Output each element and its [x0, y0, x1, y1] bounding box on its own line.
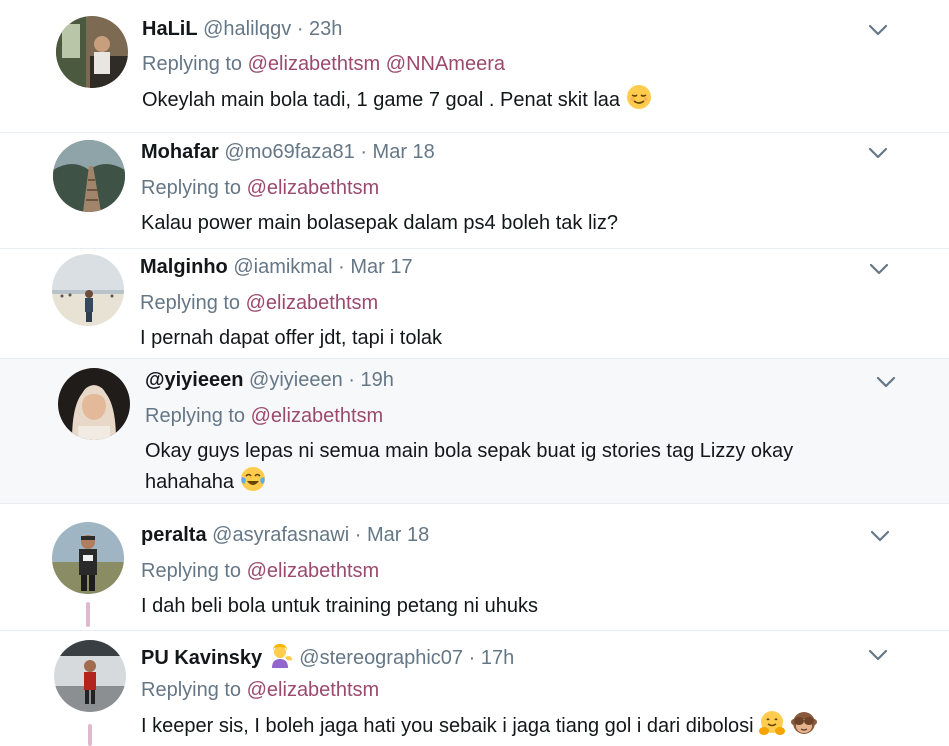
avatar[interactable]	[53, 140, 125, 212]
replying-to-label: Replying to	[141, 560, 242, 582]
tweet-text: Okay guys lepas ni semua main bola sepak…	[145, 436, 905, 501]
person-tipping-hand-icon	[268, 642, 294, 674]
avatar[interactable]	[58, 368, 130, 440]
reply-tweet[interactable]: HaLiL @halilqgv · 23h Replying to @eliza…	[0, 0, 949, 132]
display-name[interactable]: peralta	[141, 524, 207, 546]
replying-to: Replying to @elizabethtsm	[141, 176, 379, 200]
mention-link[interactable]: @elizabethtsm	[248, 53, 381, 75]
tweet-text: I pernah dapat offer jdt, tapi i tolak	[140, 323, 900, 353]
chevron-down-icon[interactable]	[867, 523, 893, 549]
meta-separator: ·	[348, 369, 355, 391]
tweet-header: PU Kavinsky @stereographic07 · 17h	[141, 642, 514, 674]
meta-separator: ·	[354, 524, 362, 546]
timestamp[interactable]: Mar 18	[367, 524, 429, 546]
replying-to: Replying to @elizabethtsm	[141, 678, 379, 702]
timestamp[interactable]: 17h	[481, 647, 514, 669]
replying-to-label: Replying to	[145, 405, 246, 427]
avatar[interactable]	[52, 522, 124, 594]
display-name[interactable]: PU Kavinsky	[141, 647, 262, 669]
meta-separator: ·	[296, 18, 304, 40]
thread-line	[86, 602, 90, 627]
thread-line	[88, 724, 92, 746]
mention-link[interactable]: @elizabethtsm	[247, 560, 380, 582]
tears-of-joy-emoji-icon	[240, 466, 266, 501]
tweet-text-line-2: hahahaha	[145, 466, 905, 501]
mention-link[interactable]: @NNAmeera	[386, 53, 505, 75]
chevron-down-icon[interactable]	[865, 642, 891, 668]
reply-tweet[interactable]: peralta @asyrafasnawi · Mar 18 Replying …	[0, 503, 949, 630]
timestamp[interactable]: Mar 18	[373, 141, 435, 163]
meta-separator: ·	[338, 256, 345, 278]
tweet-text-line: hahahaha	[145, 471, 234, 493]
tweet-text: I keeper sis, I boleh jaga hati you seba…	[141, 710, 941, 745]
chevron-down-icon[interactable]	[866, 256, 892, 282]
tweet-text-body: Kalau power main bolasepak dalam ps4 bol…	[141, 212, 618, 234]
tweet-text-body: Okeylah main bola tadi, 1 game 7 goal . …	[142, 89, 621, 111]
reply-tweet[interactable]: PU Kavinsky @stereographic07 · 17h Reply…	[0, 630, 949, 746]
meta-separator: ·	[360, 141, 367, 163]
tweet-header: peralta @asyrafasnawi · Mar 18	[141, 523, 429, 547]
chevron-down-icon[interactable]	[865, 17, 891, 43]
tweet-text-body: I dah beli bola untuk training petang ni…	[141, 595, 538, 617]
tweet-text: I dah beli bola untuk training petang ni…	[141, 591, 901, 621]
hugging-face-emoji-icon	[759, 710, 786, 745]
avatar[interactable]	[54, 640, 126, 712]
user-handle[interactable]: @yiyieeen	[249, 369, 343, 391]
timestamp[interactable]: Mar 17	[350, 256, 412, 278]
reply-tweet[interactable]: Mohafar @mo69faza81 · Mar 18 Replying to…	[0, 132, 949, 248]
replying-to-label: Replying to	[142, 53, 243, 75]
display-name[interactable]: Mohafar	[141, 141, 219, 163]
tweet-header: @yiyieeen @yiyieeen · 19h	[145, 368, 394, 392]
meta-separator: ·	[468, 647, 476, 669]
replying-to-label: Replying to	[140, 292, 241, 314]
display-name[interactable]: @yiyieeen	[145, 369, 243, 391]
reply-tweet[interactable]: Malginho @iamikmal · Mar 17 Replying to …	[0, 248, 949, 358]
mention-link[interactable]: @elizabethtsm	[247, 177, 380, 199]
tweet-text-line: Okay guys lepas ni semua main bola sepak…	[145, 440, 794, 462]
tweet-header: HaLiL @halilqgv · 23h	[142, 17, 342, 41]
user-handle[interactable]: @asyrafasnawi	[212, 524, 349, 546]
mention-link[interactable]: @elizabethtsm	[247, 679, 380, 701]
reply-tweet[interactable]: @yiyieeen @yiyieeen · 19h Replying to @e…	[0, 358, 949, 503]
chevron-down-icon[interactable]	[865, 140, 891, 166]
mention-link[interactable]: @elizabethtsm	[246, 292, 379, 314]
replying-to: Replying to @elizabethtsm	[141, 559, 379, 583]
relieved-face-emoji-icon	[626, 84, 652, 119]
user-handle[interactable]: @halilqgv	[203, 18, 291, 40]
display-name[interactable]: Malginho	[140, 256, 228, 278]
tweet-header: Mohafar @mo69faza81 · Mar 18	[141, 140, 435, 164]
timestamp[interactable]: 19h	[361, 369, 394, 391]
replying-to: Replying to @elizabethtsm	[145, 404, 383, 428]
replying-to: Replying to @elizabethtsm @NNAmeera	[142, 52, 505, 76]
tweet-text-body: I keeper sis, I boleh jaga hati you seba…	[141, 715, 754, 737]
timestamp[interactable]: 23h	[309, 18, 342, 40]
user-handle[interactable]: @mo69faza81	[224, 141, 354, 163]
user-handle[interactable]: @iamikmal	[233, 256, 332, 278]
tweet-text: Kalau power main bolasepak dalam ps4 bol…	[141, 208, 901, 238]
tweet-text-body: I pernah dapat offer jdt, tapi i tolak	[140, 327, 443, 349]
display-name[interactable]: HaLiL	[142, 18, 198, 40]
replying-to-label: Replying to	[141, 679, 242, 701]
see-no-evil-monkey-emoji-icon	[790, 710, 817, 745]
replying-to: Replying to @elizabethtsm	[140, 291, 378, 315]
chevron-down-icon[interactable]	[873, 369, 899, 395]
user-handle[interactable]: @stereographic07	[299, 647, 463, 669]
avatar[interactable]	[52, 254, 124, 326]
tweet-text: Okeylah main bola tadi, 1 game 7 goal . …	[142, 84, 902, 119]
tweet-header: Malginho @iamikmal · Mar 17	[140, 255, 413, 279]
avatar[interactable]	[56, 16, 128, 88]
replying-to-label: Replying to	[141, 177, 242, 199]
mention-link[interactable]: @elizabethtsm	[251, 405, 384, 427]
